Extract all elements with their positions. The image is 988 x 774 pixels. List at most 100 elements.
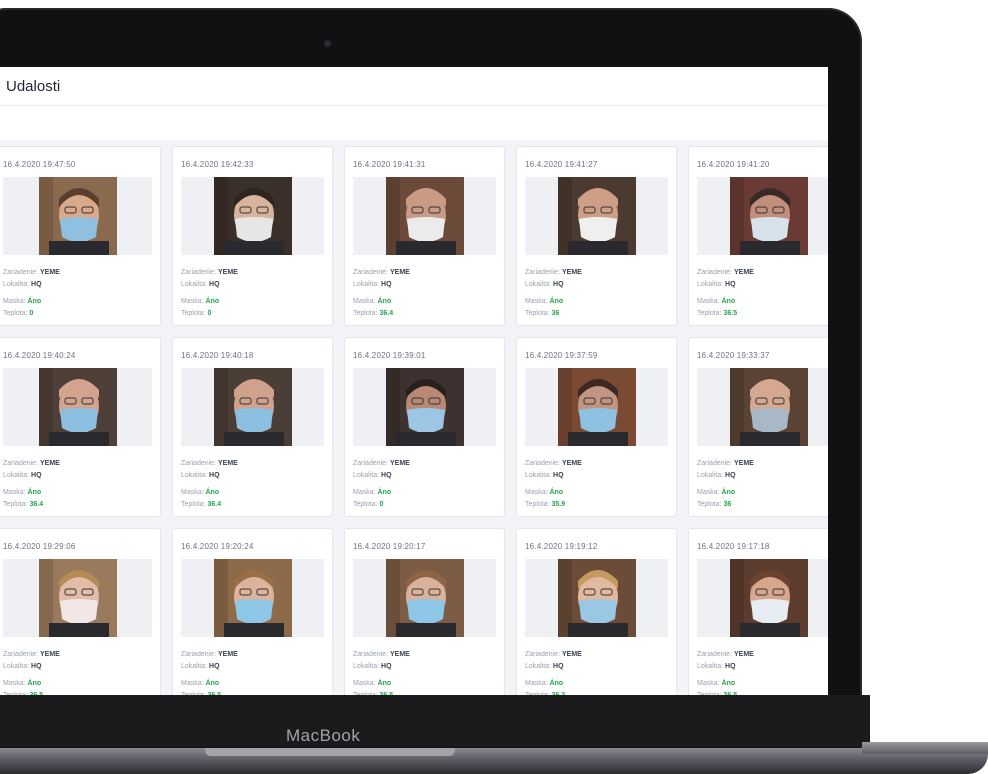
- event-photo[interactable]: [729, 559, 808, 637]
- event-mask: Maska: Áno: [181, 680, 220, 687]
- photo-area: [3, 559, 152, 637]
- photo-area: [181, 368, 324, 446]
- event-device: Zariadenie: YEME: [525, 269, 582, 276]
- event-mask: Maska: Áno: [697, 298, 736, 305]
- event-mask: Maska: Áno: [697, 680, 736, 687]
- event-location: Lokalita: HQ: [353, 281, 392, 288]
- event-device: Zariadenie: YEME: [353, 460, 410, 467]
- event-temperature: Teplota: 0: [3, 310, 34, 317]
- photo-area: [353, 177, 496, 255]
- event-device: Zariadenie: YEME: [181, 460, 238, 467]
- event-photo[interactable]: [557, 559, 636, 637]
- event-photo[interactable]: [38, 368, 117, 446]
- event-mask: Maska: Áno: [353, 489, 392, 496]
- event-card[interactable]: 16.4.2020 19:47:50 Zariadenie: YEME Loka…: [0, 146, 161, 326]
- event-device: Zariadenie: YEME: [181, 269, 238, 276]
- laptop-base: [0, 748, 988, 774]
- face-photo-icon: [557, 368, 636, 446]
- event-timestamp: 16.4.2020 19:37:59: [525, 351, 598, 360]
- laptop-notch: [205, 748, 455, 756]
- photo-area: [181, 177, 324, 255]
- event-location: Lokalita: HQ: [3, 472, 42, 479]
- event-photo[interactable]: [557, 177, 636, 255]
- event-mask: Maska: Áno: [181, 298, 220, 305]
- camera-icon: [324, 40, 331, 47]
- events-grid: 16.4.2020 19:47:50 Zariadenie: YEME Loka…: [0, 146, 828, 695]
- photo-area: [525, 177, 668, 255]
- event-mask: Maska: Áno: [353, 298, 392, 305]
- face-photo-icon: [729, 559, 808, 637]
- event-location: Lokalita: HQ: [181, 281, 220, 288]
- event-card[interactable]: 16.4.2020 19:41:31 Zariadenie: YEME Loka…: [344, 146, 505, 326]
- event-photo[interactable]: [385, 177, 464, 255]
- event-photo[interactable]: [213, 368, 292, 446]
- event-location: Lokalita: HQ: [525, 281, 564, 288]
- event-photo[interactable]: [38, 559, 117, 637]
- event-card[interactable]: 16.4.2020 19:39:01 Zariadenie: YEME Loka…: [344, 337, 505, 517]
- event-photo[interactable]: [385, 368, 464, 446]
- event-location: Lokalita: HQ: [3, 281, 42, 288]
- event-device: Zariadenie: YEME: [525, 651, 582, 658]
- event-mask: Maska: Áno: [525, 298, 564, 305]
- event-location: Lokalita: HQ: [3, 663, 42, 670]
- event-device: Zariadenie: YEME: [353, 269, 410, 276]
- event-photo[interactable]: [213, 177, 292, 255]
- event-card[interactable]: 16.4.2020 19:41:20 Zariadenie: YEME Loka…: [688, 146, 828, 326]
- events-content: 16.4.2020 19:47:50 Zariadenie: YEME Loka…: [0, 140, 828, 695]
- event-card[interactable]: 16.4.2020 19:20:24 Zariadenie: YEME Loka…: [172, 528, 333, 695]
- event-photo[interactable]: [729, 368, 808, 446]
- event-timestamp: 16.4.2020 19:20:17: [353, 542, 426, 551]
- event-card[interactable]: 16.4.2020 19:17:18 Zariadenie: YEME Loka…: [688, 528, 828, 695]
- event-photo[interactable]: [385, 559, 464, 637]
- event-timestamp: 16.4.2020 19:17:18: [697, 542, 770, 551]
- event-temperature: Teplota: 36.5: [697, 310, 738, 317]
- photo-area: [697, 368, 828, 446]
- event-card[interactable]: 16.4.2020 19:40:24 Zariadenie: YEME Loka…: [0, 337, 161, 517]
- face-photo-icon: [385, 177, 464, 255]
- event-card[interactable]: 16.4.2020 19:40:18 Zariadenie: YEME Loka…: [172, 337, 333, 517]
- event-timestamp: 16.4.2020 19:40:18: [181, 351, 254, 360]
- event-timestamp: 16.4.2020 19:41:31: [353, 160, 426, 169]
- face-photo-icon: [729, 177, 808, 255]
- event-device: Zariadenie: YEME: [697, 269, 754, 276]
- event-timestamp: 16.4.2020 19:29:06: [3, 542, 76, 551]
- face-photo-icon: [213, 368, 292, 446]
- event-card[interactable]: 16.4.2020 19:19:12 Zariadenie: YEME Loka…: [516, 528, 677, 695]
- event-location: Lokalita: HQ: [525, 663, 564, 670]
- event-mask: Maska: Áno: [525, 680, 564, 687]
- event-device: Zariadenie: YEME: [353, 651, 410, 658]
- event-timestamp: 16.4.2020 19:19:12: [525, 542, 598, 551]
- photo-area: [181, 559, 324, 637]
- event-timestamp: 16.4.2020 19:42:33: [181, 160, 254, 169]
- event-temperature: Teplota: 36: [697, 501, 732, 508]
- event-location: Lokalita: HQ: [697, 472, 736, 479]
- event-card[interactable]: 16.4.2020 19:33:37 Zariadenie: YEME Loka…: [688, 337, 828, 517]
- device-brand: MacBook: [286, 726, 361, 745]
- photo-area: [697, 177, 828, 255]
- event-photo[interactable]: [557, 368, 636, 446]
- event-photo[interactable]: [38, 177, 117, 255]
- photo-area: [3, 368, 152, 446]
- face-photo-icon: [557, 559, 636, 637]
- event-device: Zariadenie: YEME: [181, 651, 238, 658]
- event-timestamp: 16.4.2020 19:41:27: [525, 160, 598, 169]
- event-temperature: Teplota: 0: [353, 501, 384, 508]
- photo-area: [525, 368, 668, 446]
- event-temperature: Teplota: 36.4: [3, 501, 44, 508]
- event-card[interactable]: 16.4.2020 19:20:17 Zariadenie: YEME Loka…: [344, 528, 505, 695]
- photo-area: [3, 177, 152, 255]
- event-device: Zariadenie: YEME: [3, 269, 60, 276]
- photo-area: [525, 559, 668, 637]
- event-timestamp: 16.4.2020 19:33:37: [697, 351, 770, 360]
- event-card[interactable]: 16.4.2020 19:29:06 Zariadenie: YEME Loka…: [0, 528, 161, 695]
- event-temperature: Teplota: 36.4: [181, 501, 222, 508]
- event-timestamp: 16.4.2020 19:47:50: [3, 160, 76, 169]
- event-photo[interactable]: [729, 177, 808, 255]
- event-device: Zariadenie: YEME: [3, 651, 60, 658]
- event-location: Lokalita: HQ: [697, 281, 736, 288]
- event-card[interactable]: 16.4.2020 19:42:33 Zariadenie: YEME Loka…: [172, 146, 333, 326]
- event-photo[interactable]: [213, 559, 292, 637]
- event-temperature: Teplota: 36.4: [353, 310, 394, 317]
- event-card[interactable]: 16.4.2020 19:41:27 Zariadenie: YEME Loka…: [516, 146, 677, 326]
- event-card[interactable]: 16.4.2020 19:37:59 Zariadenie: YEME Loka…: [516, 337, 677, 517]
